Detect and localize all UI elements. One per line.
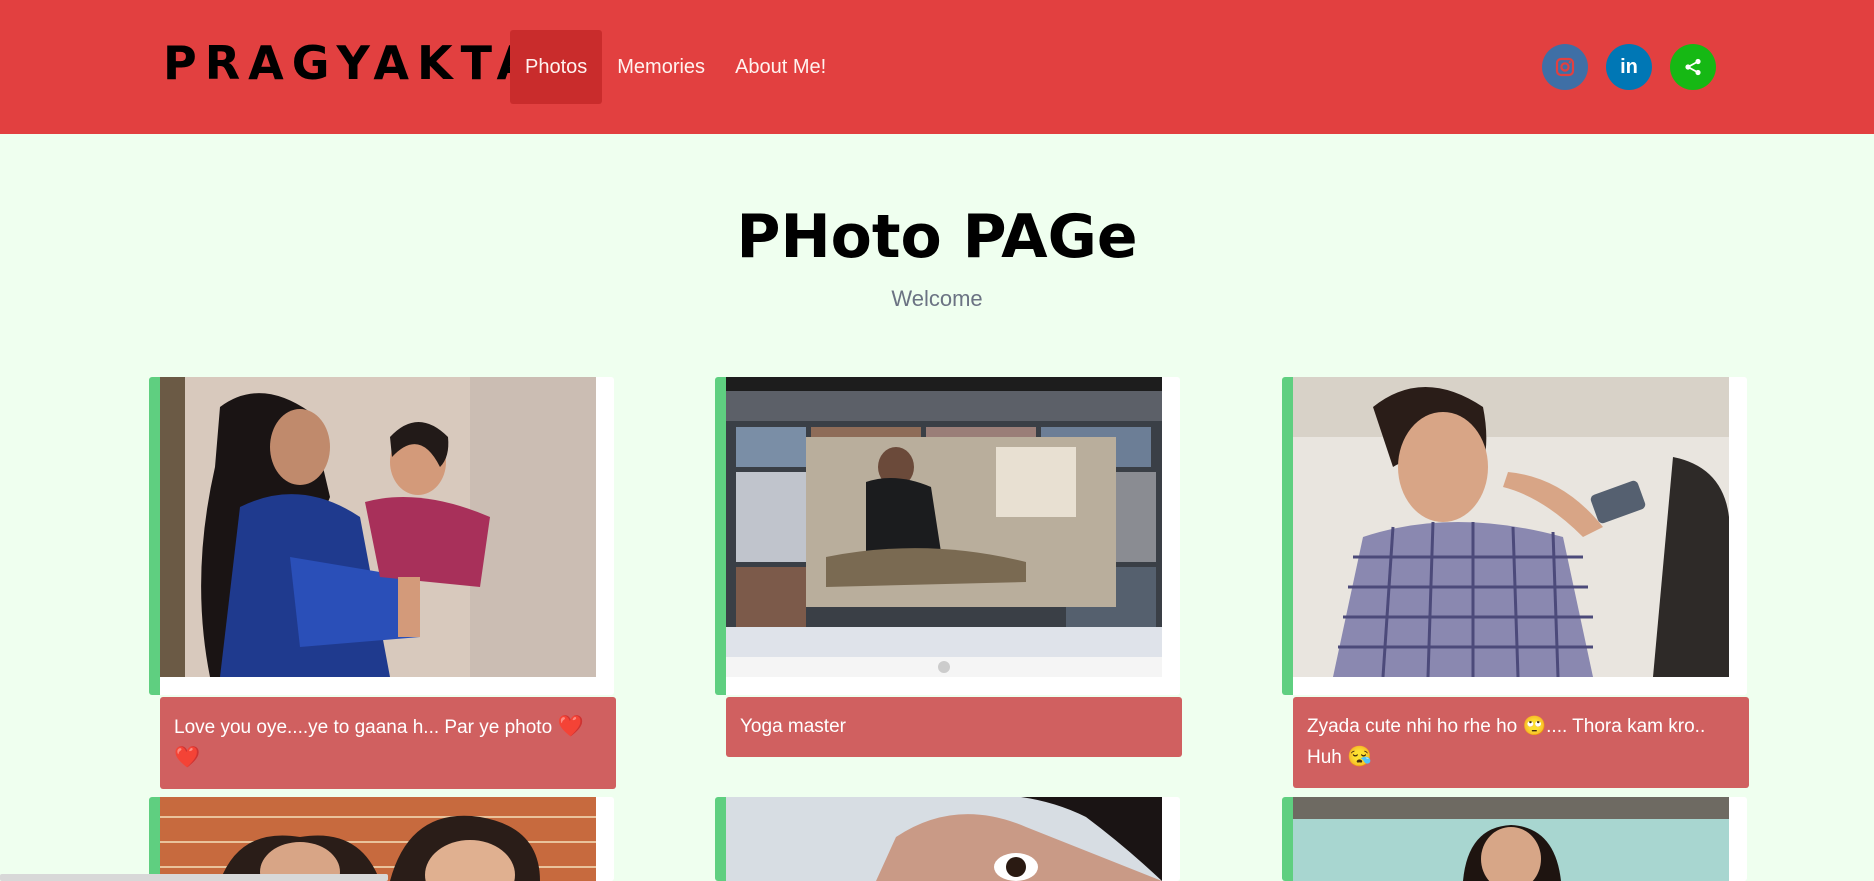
mother-daughter-photo[interactable] — [160, 377, 596, 677]
photo-caption: Yoga master — [726, 697, 1182, 757]
closeup-eyes-photo[interactable] — [726, 797, 1162, 881]
smiling-girl-photo[interactable] — [1293, 797, 1729, 881]
share-icon[interactable] — [1670, 44, 1716, 90]
horizontal-scrollbar[interactable] — [0, 874, 388, 881]
nav-about[interactable]: About Me! — [720, 30, 841, 104]
nav-memories[interactable]: Memories — [602, 30, 720, 104]
photo-card[interactable] — [149, 797, 614, 881]
photo-card[interactable] — [715, 797, 1180, 881]
yoga-photo[interactable] — [726, 377, 1162, 677]
top-navbar: PRAGYAKTA Photos Memories About Me! in — [0, 0, 1874, 134]
sleepy-emoji: 😪 — [1347, 746, 1373, 768]
photo-card[interactable] — [1282, 377, 1747, 695]
page-subtitle: Welcome — [891, 286, 983, 311]
photo-card[interactable] — [149, 377, 614, 695]
caption-text: Yoga master — [740, 716, 846, 737]
friends-photo[interactable] — [160, 797, 596, 881]
nav-photos[interactable]: Photos — [510, 30, 603, 104]
photo-card[interactable] — [1282, 797, 1747, 881]
brand-logo[interactable]: PRAGYAKTA — [163, 36, 540, 90]
photo-caption: Love you oye....ye to gaana h... Par ye … — [160, 697, 616, 789]
linkedin-icon[interactable]: in — [1606, 44, 1652, 90]
girl-eating-photo[interactable] — [1293, 377, 1729, 677]
photo-caption: Zyada cute nhi ho rhe ho 🙄.... Thora kam… — [1293, 697, 1749, 788]
nav-menu: Photos Memories About Me! — [510, 30, 841, 104]
page-title: PHoto PAGe — [736, 202, 1138, 272]
photo-card[interactable] — [715, 377, 1180, 695]
instagram-icon[interactable] — [1542, 44, 1588, 90]
caption-text: Love you oye....ye to gaana h... Par ye … — [174, 717, 553, 738]
